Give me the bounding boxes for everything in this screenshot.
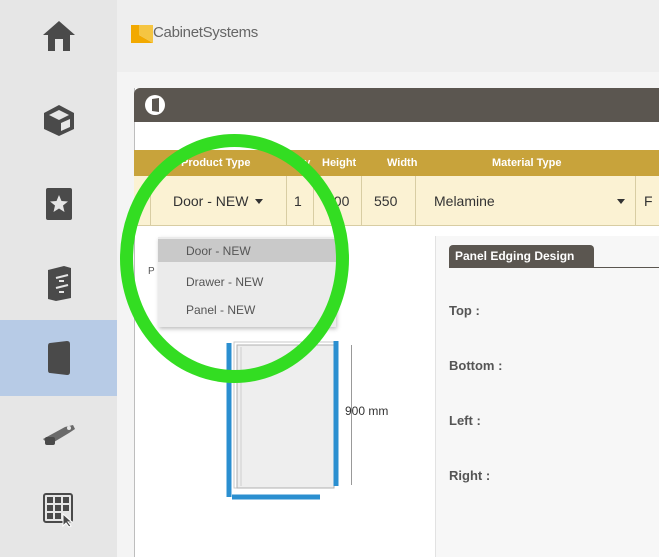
star-bookmark-icon	[45, 188, 72, 220]
home-icon	[42, 21, 75, 51]
door-panel-icon	[47, 341, 70, 375]
hinge-icon	[42, 425, 75, 445]
col-material-type: Material Type	[492, 157, 562, 169]
next-cell[interactable]: F	[636, 176, 659, 226]
logo-icon	[131, 25, 153, 43]
sidebar-item-cabinets[interactable]	[0, 82, 117, 158]
sidebar-item-favourites[interactable]	[0, 166, 117, 242]
sidebar-item-home[interactable]	[0, 0, 117, 72]
edge-top-label: Top :	[449, 303, 480, 318]
width-field[interactable]: 550	[362, 176, 416, 226]
sidebar	[0, 0, 117, 557]
sidebar-item-hardware[interactable]	[0, 396, 117, 472]
keypad-grid-icon	[42, 493, 73, 528]
drawer-cabinet-icon	[47, 266, 71, 301]
sidebar-item-doors[interactable]	[0, 320, 117, 396]
app-header: CabinetSystems	[117, 0, 659, 72]
edge-right-label: Right :	[449, 468, 491, 483]
edging-divider	[449, 267, 659, 268]
sidebar-item-calculator[interactable]	[0, 472, 117, 548]
edging-section	[435, 236, 659, 557]
height-dimension-label: 900 mm	[345, 404, 389, 418]
brand-name: CabinetSystems	[153, 24, 259, 41]
cabinet-box-icon	[43, 105, 74, 136]
panel-titlebar	[134, 88, 659, 122]
chevron-down-icon	[617, 198, 625, 204]
edging-tab[interactable]: Panel Edging Design	[449, 245, 594, 267]
door-title-icon	[145, 95, 165, 115]
edge-left-label: Left :	[449, 413, 481, 428]
material-type-value: Melamine	[434, 193, 495, 209]
edge-bottom-label: Bottom :	[449, 358, 503, 373]
sidebar-item-drawers[interactable]	[0, 245, 117, 321]
highlight-circle-annotation	[120, 134, 349, 383]
material-type-select[interactable]: Melamine	[416, 176, 636, 226]
col-width: Width	[387, 157, 418, 169]
